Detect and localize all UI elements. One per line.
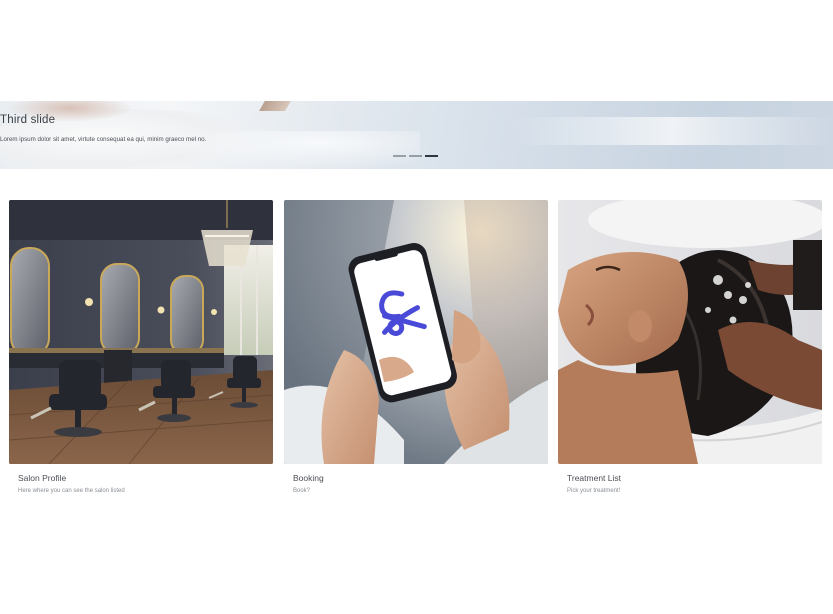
phone-booking-image[interactable] — [284, 200, 548, 464]
carousel-indicator-1[interactable] — [393, 155, 406, 157]
carousel-indicators — [393, 155, 438, 157]
hero-carousel[interactable]: Third slide Lorem ipsum dolor sit amet, … — [0, 101, 833, 169]
card-treatment-list[interactable]: Treatment List Pick your treatment! — [558, 200, 822, 494]
card-salon-profile[interactable]: Salon Profile Here where you can see the… — [9, 200, 273, 494]
hair-wash-image[interactable] — [558, 200, 822, 464]
card-text: Book? — [293, 488, 311, 494]
card-title: Booking — [293, 473, 324, 483]
card-text: Here where you can see the salon listed — [18, 488, 125, 494]
page: Third slide Lorem ipsum dolor sit amet, … — [0, 0, 833, 614]
carousel-indicator-3[interactable] — [425, 155, 438, 157]
salon-interior-image[interactable] — [9, 200, 273, 464]
card-title: Salon Profile — [18, 473, 67, 483]
carousel-title: Third slide — [0, 114, 56, 126]
carousel-indicator-2[interactable] — [409, 155, 422, 157]
card-text: Pick your treatment! — [567, 488, 621, 494]
card-title: Treatment List — [567, 473, 622, 483]
carousel-caption: Lorem ipsum dolor sit amet, virtute cons… — [0, 136, 207, 143]
card-booking[interactable]: Booking Book? — [284, 200, 548, 494]
carousel-background-hair — [259, 101, 291, 111]
